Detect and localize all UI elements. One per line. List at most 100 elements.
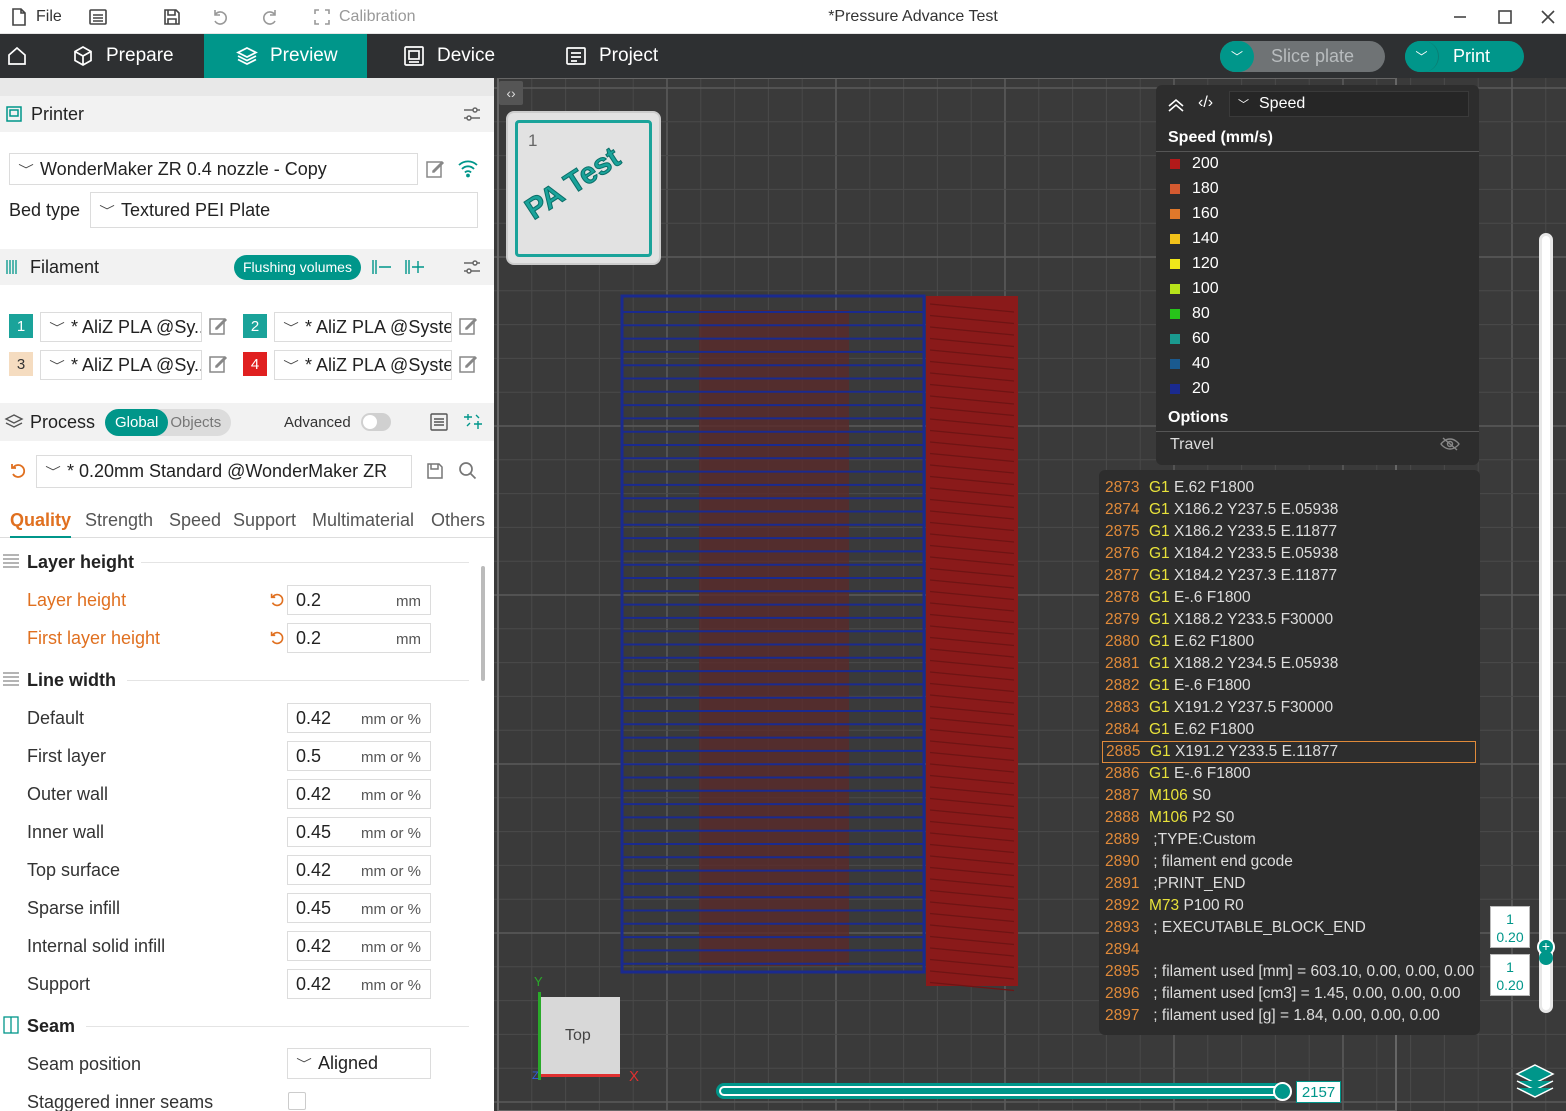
gcode-line[interactable]: 2888 M106 P2 S0 [1105,807,1234,829]
maximize-button[interactable] [1497,0,1513,34]
gcode-line[interactable]: 2879 G1 X188.2 Y233.5 F30000 [1105,609,1333,631]
gcode-line[interactable]: 2876 G1 X184.2 Y233.5 E.05938 [1105,543,1338,565]
edit-filament-icon[interactable] [208,354,228,374]
reset-preset-icon[interactable] [8,461,28,481]
edit-filament-icon[interactable] [458,354,478,374]
advanced-toggle[interactable] [361,413,391,431]
line-width-default-input[interactable]: 0.42 mm or % [287,703,431,733]
filament-select[interactable]: ﹀ * AliZ PLA @Sy... [40,350,202,380]
line-width-inner-wall-input[interactable]: 0.45 mm or % [287,817,431,847]
add-filament-icon[interactable] [404,257,426,277]
tab-device[interactable]: Device [367,34,529,78]
tab-others[interactable]: Others [431,510,485,531]
undo-button[interactable] [210,0,230,34]
gcode-line[interactable]: 2884 G1 E.62 F1800 [1105,719,1254,741]
first-layer-height-input[interactable]: 0.2 mm [287,623,431,653]
filament-slot-number[interactable]: 1 [9,314,33,338]
gcode-line[interactable]: 2882 G1 E-.6 F1800 [1105,675,1251,697]
compare-presets-icon[interactable] [462,412,484,432]
gcode-line[interactable]: 2877 G1 X184.2 Y237.3 E.11877 [1105,565,1337,587]
redo-button[interactable] [260,0,280,34]
global-option[interactable]: Global [105,408,169,436]
reset-value-icon[interactable] [268,629,286,647]
layer-slider-handle[interactable] [1539,951,1553,965]
tab-multimaterial[interactable]: Multimaterial [312,510,414,531]
gcode-line[interactable]: 2887 M106 S0 [1105,785,1211,807]
edit-printer-icon[interactable] [425,159,445,179]
line-width-outer-wall-input[interactable]: 0.42 mm or % [287,779,431,809]
gcode-line[interactable]: 2889 ;TYPE:Custom [1105,829,1256,851]
filament-settings-icon[interactable] [462,257,482,277]
seam-position-select[interactable]: ﹀ Aligned [287,1048,431,1079]
layer-slider-track[interactable] [1539,233,1553,1013]
gcode-line[interactable]: 2895 ; filament used [mm] = 603.10, 0.00… [1105,961,1474,983]
gcode-line[interactable]: 2883 G1 X191.2 Y237.5 F30000 [1105,697,1333,719]
printer-select[interactable]: ﹀ WonderMaker ZR 0.4 nozzle - Copy [9,153,418,185]
filament-slot-number[interactable]: 2 [243,314,267,338]
print-dropdown-chevron-icon[interactable]: ﹀ [1405,41,1439,72]
filament-select[interactable]: ﹀ * AliZ PLA @Syste... [274,312,452,342]
gcode-line[interactable]: 2890 ; filament end gcode [1105,851,1293,873]
reset-value-icon[interactable] [268,591,286,609]
plate-thumbnail[interactable]: 1 PA Test [506,111,661,265]
gcode-line[interactable]: 2897 ; filament used [g] = 1.84, 0.00, 0… [1105,1005,1440,1027]
filament-slot-number[interactable]: 3 [9,352,33,376]
flushing-volumes-button[interactable]: Flushing volumes [234,254,361,280]
view-cube[interactable]: Top [538,997,620,1077]
tab-support[interactable]: Support [233,510,296,531]
collapse-legend-icon[interactable] [1166,97,1186,113]
settings-scrollbar[interactable] [481,566,485,681]
slice-dropdown-chevron-icon[interactable]: ﹀ [1220,41,1254,72]
home-button[interactable] [0,34,34,78]
gcode-line[interactable]: 2894 [1105,939,1149,961]
filament-select[interactable]: ﹀ * AliZ PLA @Sy... [40,312,202,342]
line-width-internal-solid-infill-input[interactable]: 0.42 mm or % [287,931,431,961]
view-mode-select[interactable]: ﹀ Speed [1229,91,1469,117]
line-width-first-layer-input[interactable]: 0.5 mm or % [287,741,431,771]
collapse-sidebar-button[interactable]: ‹› [499,81,523,105]
move-slider-track[interactable] [716,1083,1286,1099]
gcode-line[interactable]: 2874 G1 X186.2 Y237.5 E.05938 [1105,499,1338,521]
printer-settings-icon[interactable] [462,104,482,124]
gcode-line[interactable]: 2892 M73 P100 R0 [1105,895,1244,917]
line-width-support-input[interactable]: 0.42 mm or % [287,969,431,999]
tab-quality[interactable]: Quality [10,510,72,538]
gcode-line[interactable]: 2886 G1 E-.6 F1800 [1105,763,1251,785]
process-list-icon[interactable] [429,412,449,432]
move-slider-handle[interactable] [1273,1082,1292,1101]
remove-filament-icon[interactable] [371,257,393,277]
print-button[interactable]: ﹀ Print [1405,41,1524,72]
line-width-top-surface-input[interactable]: 0.42 mm or % [287,855,431,885]
tab-project[interactable]: Project [529,34,689,78]
gcode-line[interactable]: 2875 G1 X186.2 Y233.5 E.11877 [1105,521,1337,543]
tab-speed[interactable]: Speed [169,510,221,531]
gcode-toggle-icon[interactable]: ‹/› [1198,94,1213,112]
slice-plate-button[interactable]: ﹀ Slice plate [1220,41,1385,72]
gcode-line[interactable]: 2881 G1 X188.2 Y234.5 E.05938 [1105,653,1338,675]
gcode-line[interactable]: 2878 G1 E-.6 F1800 [1105,587,1251,609]
edit-filament-icon[interactable] [208,316,228,336]
gcode-line[interactable]: 2891 ;PRINT_END [1105,873,1245,895]
process-preset-select[interactable]: ﹀ * 0.20mm Standard @WonderMaker ZR [36,455,412,488]
file-menu[interactable]: File [10,0,62,34]
calibration-menu[interactable]: Calibration [313,0,415,34]
hamburger-menu-button[interactable] [88,0,108,34]
filament-slot-number[interactable]: 4 [243,352,267,376]
bed-type-select[interactable]: ﹀ Textured PEI Plate [90,192,478,228]
tab-strength[interactable]: Strength [85,510,153,531]
gcode-line[interactable]: 2896 ; filament used [cm3] = 1.45, 0.00,… [1105,983,1460,1005]
edit-filament-icon[interactable] [458,316,478,336]
gcode-line-current[interactable]: 2885 G1 X191.2 Y233.5 E.11877 [1102,741,1476,763]
search-icon[interactable] [458,461,478,481]
save-preset-icon[interactable] [425,461,445,481]
save-button[interactable] [162,0,182,34]
line-width-sparse-infill-input[interactable]: 0.45 mm or % [287,893,431,923]
tab-prepare[interactable]: Prepare [34,34,204,78]
minimize-button[interactable] [1452,0,1468,34]
wifi-icon[interactable] [457,158,479,178]
staggered-inner-seams-checkbox[interactable] [288,1092,306,1110]
gcode-line[interactable]: 2873 G1 E.62 F1800 [1105,477,1254,499]
eye-hidden-icon[interactable] [1440,437,1460,451]
objects-option[interactable]: Objects [168,414,221,431]
filament-select[interactable]: ﹀ * AliZ PLA @Syste... [274,350,452,380]
